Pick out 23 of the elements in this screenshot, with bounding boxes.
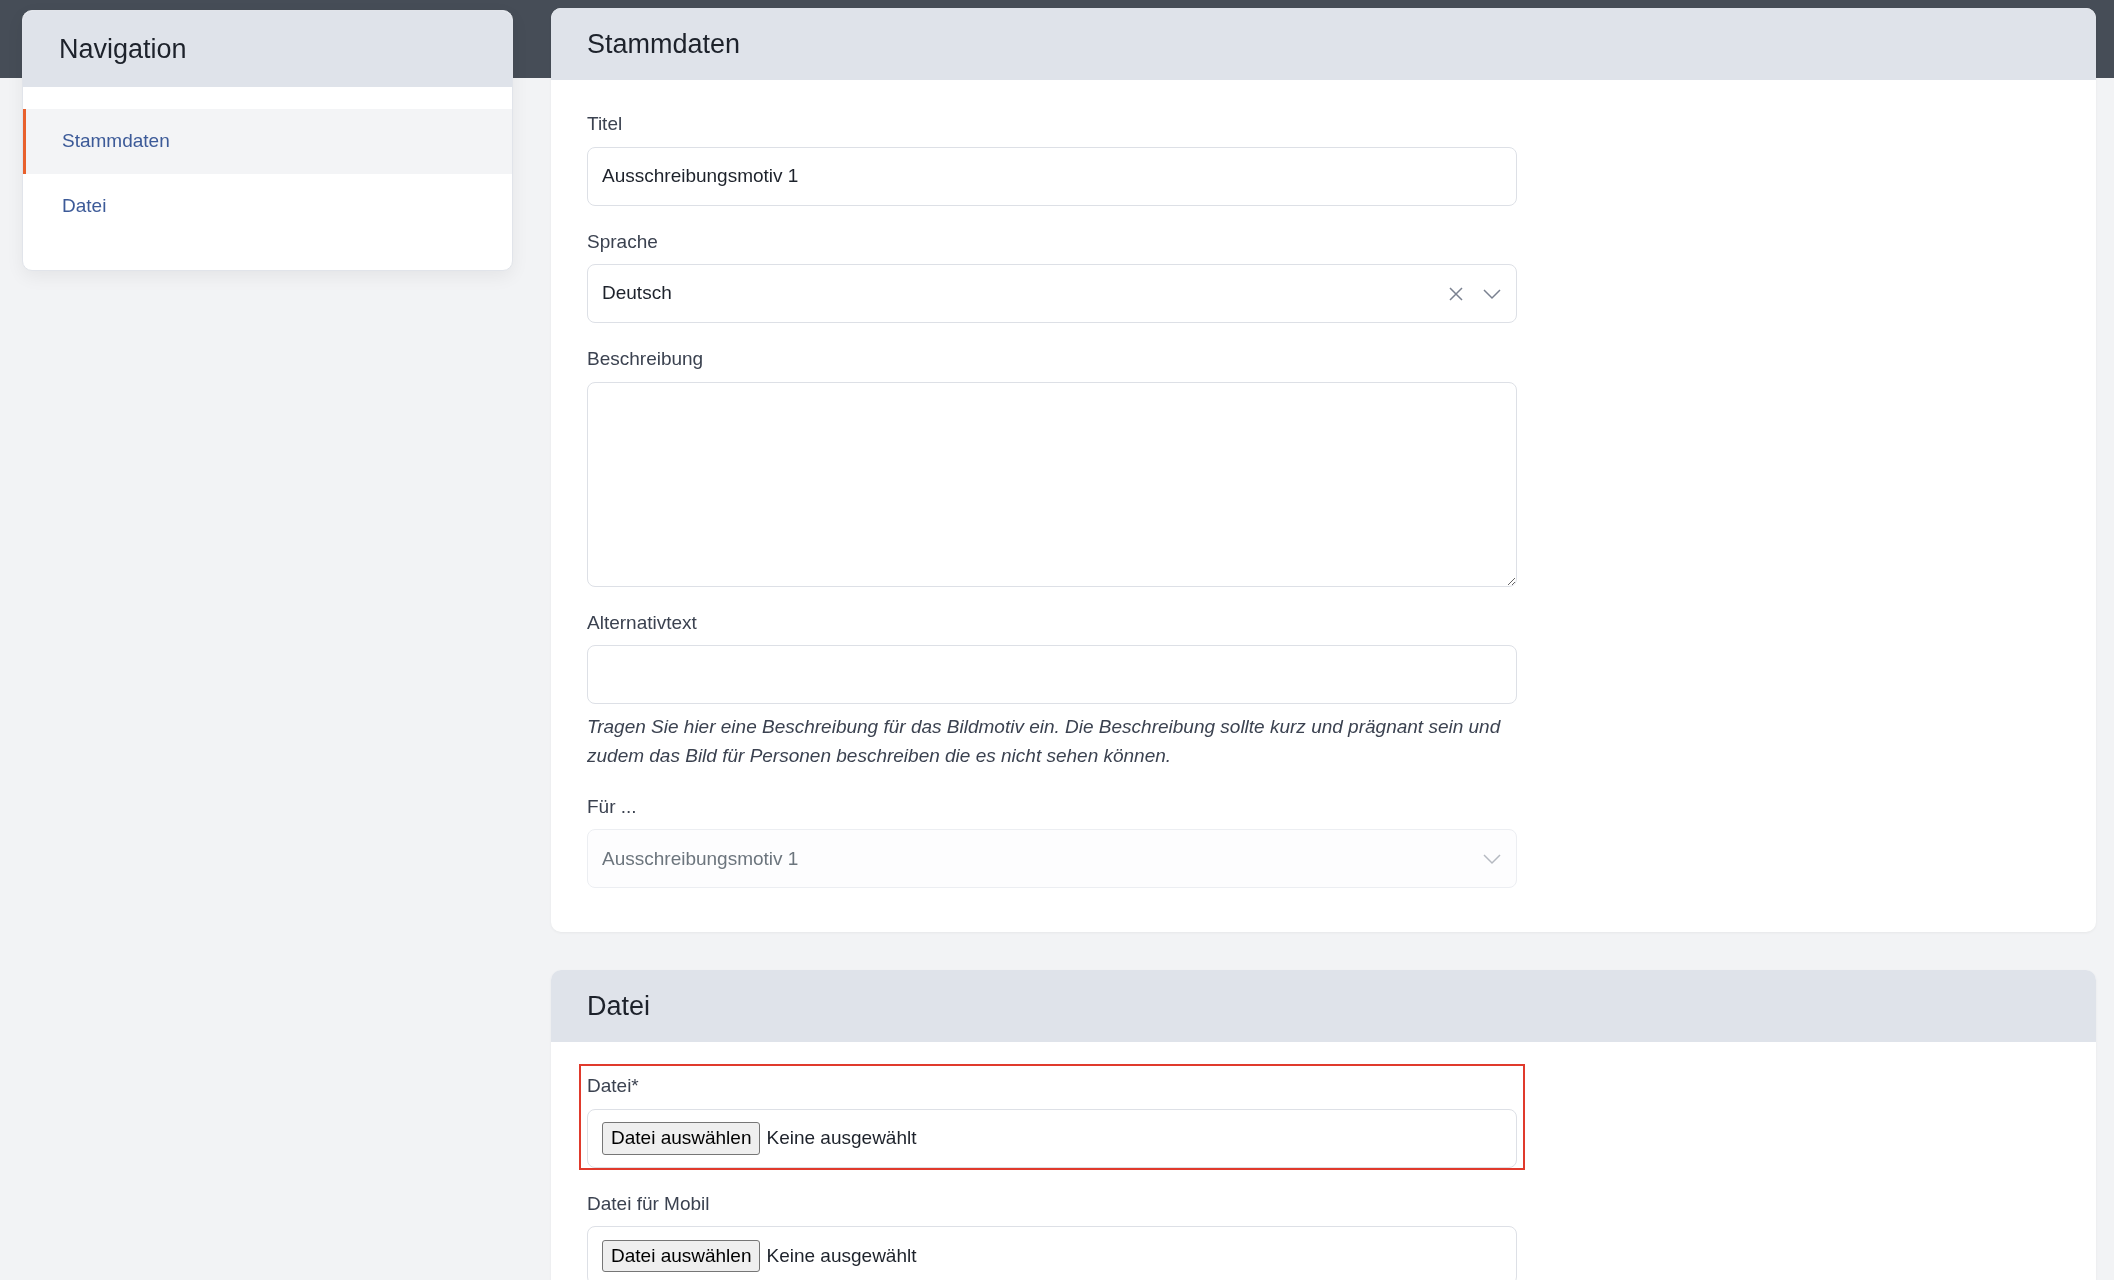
field-label: Sprache	[587, 229, 659, 254]
section-title: Stammdaten	[551, 8, 2096, 80]
text-field[interactable]: Ausschreibungsmotiv 1	[587, 146, 1517, 206]
text-field[interactable]	[587, 645, 1517, 704]
file-input-field[interactable]: Datei auswählen Keine ausgewählt	[587, 1226, 1517, 1280]
text-area[interactable]	[587, 381, 1517, 587]
field-label: Für ...	[587, 794, 638, 819]
field-label: Titel	[587, 112, 624, 136]
file-status: Keine ausgewählt	[766, 1243, 917, 1268]
field-label: Alternativtext	[587, 610, 698, 635]
field-label: Datei für Mobil	[587, 1191, 711, 1216]
navigation-title: Navigation	[23, 11, 512, 87]
field-label: Beschreibung	[587, 347, 705, 371]
file-input-field[interactable]: Datei auswählen Keine ausgewählt	[587, 1108, 1517, 1168]
nav-item[interactable]: Datei	[23, 173, 512, 238]
file-choose-button[interactable]: Datei auswählen	[602, 1122, 761, 1155]
file-status: Keine ausgewählt	[766, 1126, 917, 1151]
nav-item[interactable]: Stammdaten	[23, 109, 512, 174]
select-field[interactable]: Deutsch	[587, 264, 1517, 323]
file-choose-button[interactable]: Datei auswählen	[602, 1239, 761, 1273]
field-label: Datei*	[587, 1074, 640, 1099]
help-text: Tragen Sie hier eine Beschreibung für das Bildmotiv ein. Die Beschreibung sollte kurz und prägnant sein und zudem das Bild für Personen beschreiben die es nicht sehen können.	[587, 715, 1502, 769]
section-title: Datei	[551, 970, 2096, 1043]
